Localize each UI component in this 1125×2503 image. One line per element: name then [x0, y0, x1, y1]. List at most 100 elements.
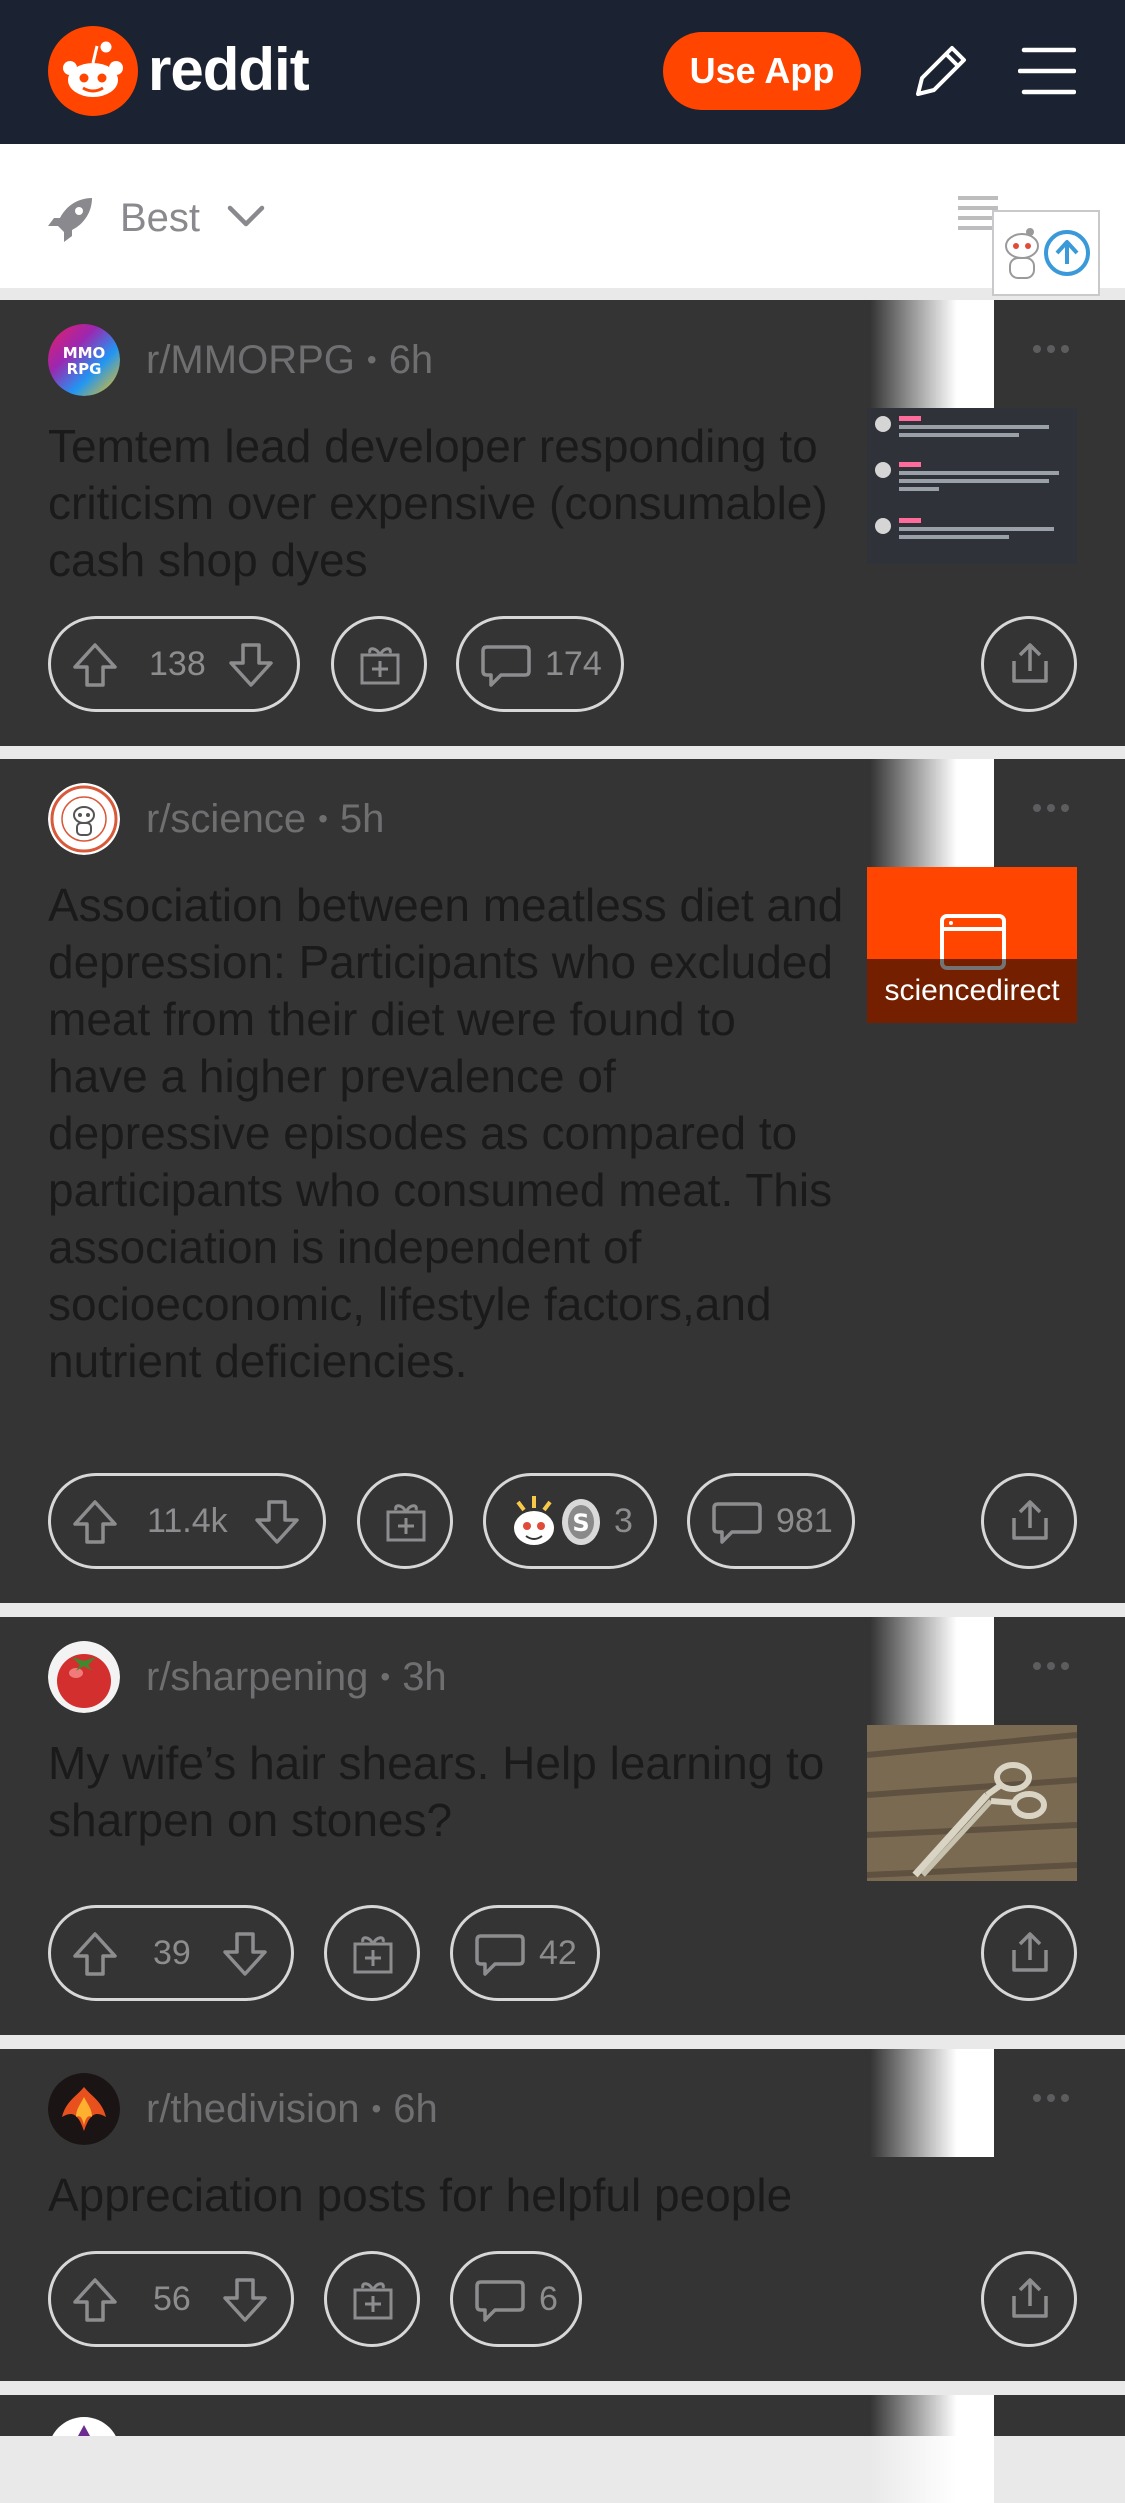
post-actions: 56 6 [0, 2251, 1125, 2347]
downvote-icon[interactable] [253, 1498, 301, 1546]
award-button[interactable] [324, 1905, 420, 2001]
post-meta: r/sharpening • 3h [48, 1641, 447, 1713]
post-meta: r/thedivision • 6h [48, 2073, 438, 2145]
chevron-down-icon[interactable] [226, 202, 266, 232]
post-card[interactable]: r/thedivision • 6h Appreciation posts fo… [0, 2049, 1125, 2381]
discord-screenshot-image [867, 408, 1077, 564]
thumbnail-fade [870, 2395, 994, 2503]
subreddit-name[interactable]: r/thedivision [146, 2087, 359, 2132]
downvote-icon[interactable] [221, 2276, 269, 2324]
arrow-up-circle-icon [1044, 230, 1090, 276]
gift-icon [386, 1504, 426, 1542]
menu-icon[interactable] [1018, 44, 1076, 98]
meta-separator: • [380, 1661, 391, 1692]
upvote-icon[interactable] [71, 641, 119, 689]
use-app-button[interactable]: Use App [663, 32, 861, 110]
meta-separator: • [371, 2093, 382, 2124]
downvote-icon[interactable] [221, 1930, 269, 1978]
comments-button[interactable]: 981 [687, 1473, 855, 1569]
sort-bar: Best [0, 144, 1125, 296]
post-meta: MMO RPG r/MMORPG • 6h [48, 324, 433, 396]
share-icon [1012, 643, 1048, 683]
award-button[interactable] [324, 2251, 420, 2347]
pencil-icon[interactable] [908, 40, 972, 104]
more-options-icon[interactable] [1032, 344, 1070, 354]
vote-pill: 56 [48, 2251, 294, 2347]
vote-count: 56 [153, 2280, 191, 2318]
comment-count: 174 [545, 645, 602, 683]
more-options-icon[interactable] [1032, 1661, 1070, 1671]
thumbnail-fade [870, 300, 994, 408]
upvote-icon[interactable] [71, 1930, 119, 1978]
award-button[interactable] [331, 616, 427, 712]
awards-pill[interactable]: S 3 [483, 1473, 657, 1569]
subreddit-name[interactable]: r/science [146, 797, 306, 842]
comment-count: 981 [776, 1502, 833, 1540]
subreddit-name[interactable]: r/sharpening [146, 1655, 368, 1700]
post-actions: 39 42 [0, 1905, 1125, 2001]
comments-button[interactable]: 42 [450, 1905, 600, 2001]
post-title[interactable]: My wife’s hair shears. Help learning to … [48, 1735, 838, 1849]
brand-wordmark[interactable]: reddit [148, 34, 310, 106]
comments-button[interactable]: 6 [450, 2251, 582, 2347]
vote-count: 39 [153, 1934, 191, 1972]
scroll-top-widget[interactable] [992, 210, 1100, 296]
subreddit-avatar[interactable] [48, 2417, 120, 2436]
meta-separator: • [318, 803, 328, 834]
post-actions: 11.4k S 3 981 [0, 1473, 1125, 1569]
post-title[interactable]: Appreciation posts for helpful people [48, 2167, 908, 2224]
sort-label[interactable]: Best [120, 192, 200, 244]
post-card[interactable]: r/sharpening • 3h My wife’s hair shears.… [0, 1617, 1125, 2035]
rocket-icon[interactable] [48, 196, 94, 242]
subreddit-avatar[interactable]: MMO RPG [48, 324, 120, 396]
snoo-icon [1005, 228, 1039, 279]
award-count: 3 [614, 1502, 633, 1540]
subreddit-avatar[interactable] [48, 1641, 120, 1713]
comment-icon [475, 1934, 525, 1976]
post-time: 6h [388, 337, 434, 382]
post-meta: r/science • 5h [48, 783, 384, 855]
comment-count: 42 [539, 1934, 577, 1972]
upvote-icon[interactable] [71, 2276, 119, 2324]
post-thumbnail[interactable] [867, 408, 1077, 564]
top-bar: reddit Use App [0, 0, 1125, 144]
award-button[interactable] [357, 1473, 453, 1569]
subreddit-avatar[interactable] [48, 2073, 120, 2145]
share-button[interactable] [981, 616, 1077, 712]
share-icon [1012, 2278, 1048, 2318]
post-thumbnail[interactable] [867, 1725, 1077, 1881]
comment-count: 6 [539, 2280, 558, 2318]
svg-text:S: S [572, 1509, 589, 1537]
post-card[interactable] [0, 2395, 1125, 2503]
comments-button[interactable]: 174 [456, 616, 624, 712]
post-card[interactable]: r/science • 5h Association between meatl… [0, 759, 1125, 1603]
share-button[interactable] [981, 2251, 1077, 2347]
subreddit-avatar[interactable] [48, 783, 120, 855]
vote-count: 11.4k [147, 1502, 228, 1540]
post-time: 6h [393, 2086, 438, 2131]
post-card[interactable]: MMO RPG r/MMORPG • 6h Temtem lead develo… [0, 300, 1125, 746]
post-title[interactable]: Temtem lead developer responding to crit… [48, 418, 838, 589]
share-button[interactable] [981, 1905, 1077, 2001]
reddit-logo[interactable] [48, 26, 138, 116]
snoo-award-icon [514, 1496, 554, 1545]
gift-icon [360, 647, 400, 685]
meta-separator: • [366, 344, 377, 375]
share-button[interactable] [981, 1473, 1077, 1569]
gift-icon [353, 1936, 393, 1974]
post-time: 5h [339, 796, 385, 841]
post-title[interactable]: Association between meatless diet and de… [48, 877, 848, 1390]
subreddit-name[interactable]: r/MMORPG [146, 338, 355, 383]
link-thumbnail[interactable]: sciencedirect [867, 867, 1077, 1023]
post-actions: 138 174 [0, 616, 1125, 712]
comment-icon [475, 2280, 525, 2322]
scissors-photo [867, 1725, 1077, 1881]
silver-award-icon: S [562, 1499, 600, 1545]
upvote-icon[interactable] [71, 1498, 119, 1546]
more-options-icon[interactable] [1032, 803, 1070, 813]
downvote-icon[interactable] [227, 641, 275, 689]
thumbnail-fade [870, 759, 994, 867]
more-options-icon[interactable] [1032, 2093, 1070, 2103]
post-time: 3h [402, 1654, 447, 1699]
vote-count: 138 [149, 645, 206, 683]
